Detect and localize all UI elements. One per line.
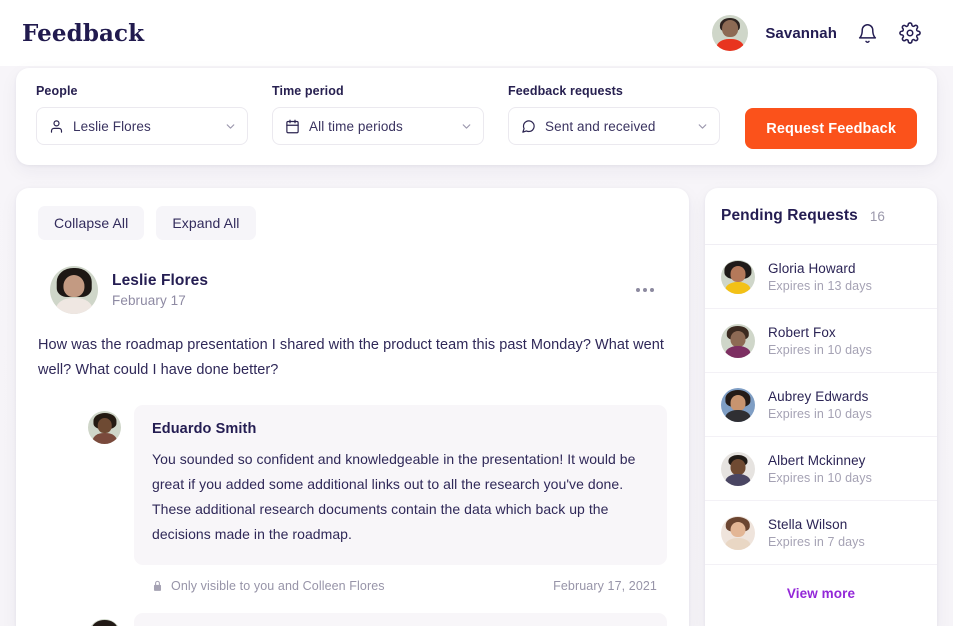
request-expiry: Expires in 10 days [768, 342, 872, 357]
gear-icon[interactable] [897, 20, 923, 46]
avatar-body [725, 409, 751, 422]
people-select-value: Leslie Flores [73, 118, 151, 134]
avatar [721, 451, 755, 486]
avatar[interactable] [88, 619, 121, 626]
filter-people: People Leslie Flores [36, 84, 248, 145]
list-item-text: Gloria Howard Expires in 13 days [768, 261, 872, 293]
list-item[interactable]: Robert Fox Expires in 10 days [705, 309, 937, 373]
list-item[interactable]: Aubrey Edwards Expires in 10 days [705, 373, 937, 437]
main-content: Collapse All Expand All Leslie Flores Fe… [16, 188, 937, 626]
avatar-head [730, 394, 746, 411]
chevron-down-icon [224, 120, 237, 133]
request-name: Aubrey Edwards [768, 388, 869, 404]
avatar-head [97, 417, 112, 433]
time-period-select-value: All time periods [309, 118, 403, 134]
thread-meta: Leslie Flores February 17 [112, 272, 208, 308]
user-name: Savannah [765, 24, 837, 42]
comment-icon [521, 119, 536, 134]
reply-item: Gloria Howard [38, 613, 667, 626]
avatar [721, 387, 755, 422]
avatar-body [92, 432, 117, 444]
avatar[interactable] [50, 266, 98, 314]
request-name: Gloria Howard [768, 260, 856, 276]
thread-question: How was the roadmap presentation I share… [38, 337, 664, 378]
reply-item: Eduardo Smith You sounded so confident a… [38, 405, 667, 565]
avatar-body [717, 38, 744, 51]
request-name: Robert Fox [768, 324, 836, 340]
avatar-body [725, 537, 751, 550]
people-select[interactable]: Leslie Flores [36, 107, 248, 145]
list-item[interactable]: Albert Mckinney Expires in 10 days [705, 437, 937, 501]
avatar-head [63, 274, 85, 297]
pending-requests-header: Pending Requests 16 [705, 188, 937, 245]
reply-date: February 17, 2021 [553, 579, 657, 593]
reply-footer: Only visible to you and Colleen Flores F… [38, 579, 667, 593]
avatar-head [730, 330, 746, 347]
filter-time-period-label: Time period [272, 84, 344, 98]
reply-card: Eduardo Smith You sounded so confident a… [134, 405, 667, 565]
avatar-head [730, 266, 746, 282]
list-item-text: Robert Fox Expires in 10 days [768, 325, 872, 357]
request-name: Albert Mckinney [768, 452, 866, 468]
list-item-text: Aubrey Edwards Expires in 10 days [768, 389, 872, 421]
thread-date: February 17 [112, 293, 186, 308]
page-title: Feedback [22, 19, 145, 47]
expand-all-button[interactable]: Expand All [156, 206, 256, 240]
avatar[interactable] [712, 15, 749, 51]
avatar-head [730, 458, 746, 475]
feedback-requests-select-value: Sent and received [545, 118, 656, 134]
view-more-link[interactable]: View more [705, 565, 937, 621]
request-feedback-button[interactable]: Request Feedback [745, 108, 917, 149]
calendar-icon [285, 119, 300, 134]
thread-header: Leslie Flores February 17 [38, 266, 667, 314]
collapse-all-button[interactable]: Collapse All [38, 206, 145, 240]
list-item[interactable]: Gloria Howard Expires in 13 days [705, 245, 937, 309]
filter-time-period: Time period All time periods [272, 84, 484, 145]
avatar [721, 515, 755, 550]
thread-author: Leslie Flores [112, 272, 209, 289]
lock-icon [151, 580, 164, 593]
request-expiry: Expires in 10 days [768, 406, 872, 421]
list-item-text: Stella Wilson Expires in 7 days [768, 517, 865, 549]
avatar-body [725, 473, 751, 486]
header-actions: Savannah [712, 15, 923, 51]
list-item-text: Albert Mckinney Expires in 10 days [768, 453, 872, 485]
filter-people-label: People [36, 84, 78, 98]
avatar-head [722, 20, 739, 37]
app-root: Feedback Savannah People Leslie Flores T… [0, 0, 953, 626]
avatar[interactable] [88, 411, 121, 444]
reply-text: You sounded so confident and knowledgeab… [152, 451, 636, 542]
request-expiry: Expires in 13 days [768, 278, 872, 293]
bell-icon[interactable] [854, 20, 880, 46]
avatar-head [730, 521, 746, 538]
filter-feedback-requests-label: Feedback requests [508, 84, 623, 98]
reply-visibility: Only visible to you and Colleen Flores [171, 579, 385, 593]
avatar-body [725, 345, 751, 358]
feedback-requests-select[interactable]: Sent and received [508, 107, 720, 145]
ellipsis-icon[interactable] [631, 279, 659, 301]
pending-requests-count: 16 [869, 208, 885, 224]
request-name: Stella Wilson [768, 516, 848, 532]
time-period-select[interactable]: All time periods [272, 107, 484, 145]
list-item[interactable]: Stella Wilson Expires in 7 days [705, 501, 937, 565]
pending-requests-title: Pending Requests [721, 207, 858, 224]
app-header: Feedback Savannah [0, 0, 953, 66]
avatar-body [56, 297, 92, 314]
reply-card: Gloria Howard [134, 613, 667, 626]
person-icon [49, 119, 64, 134]
request-expiry: Expires in 10 days [768, 470, 872, 485]
feedback-feed: Collapse All Expand All Leslie Flores Fe… [16, 188, 689, 626]
request-expiry: Expires in 7 days [768, 534, 865, 549]
avatar-body [725, 281, 751, 294]
pending-requests-panel: Pending Requests 16 Gloria Howard Expire… [705, 188, 937, 626]
filter-feedback-requests: Feedback requests Sent and received [508, 84, 720, 145]
chevron-down-icon [696, 120, 709, 133]
filter-bar: People Leslie Flores Time period All tim… [16, 68, 937, 165]
avatar [721, 323, 755, 358]
chevron-down-icon [460, 120, 473, 133]
reply-author: Eduardo Smith [152, 421, 257, 437]
feed-actions: Collapse All Expand All [38, 206, 667, 240]
avatar [721, 259, 755, 294]
